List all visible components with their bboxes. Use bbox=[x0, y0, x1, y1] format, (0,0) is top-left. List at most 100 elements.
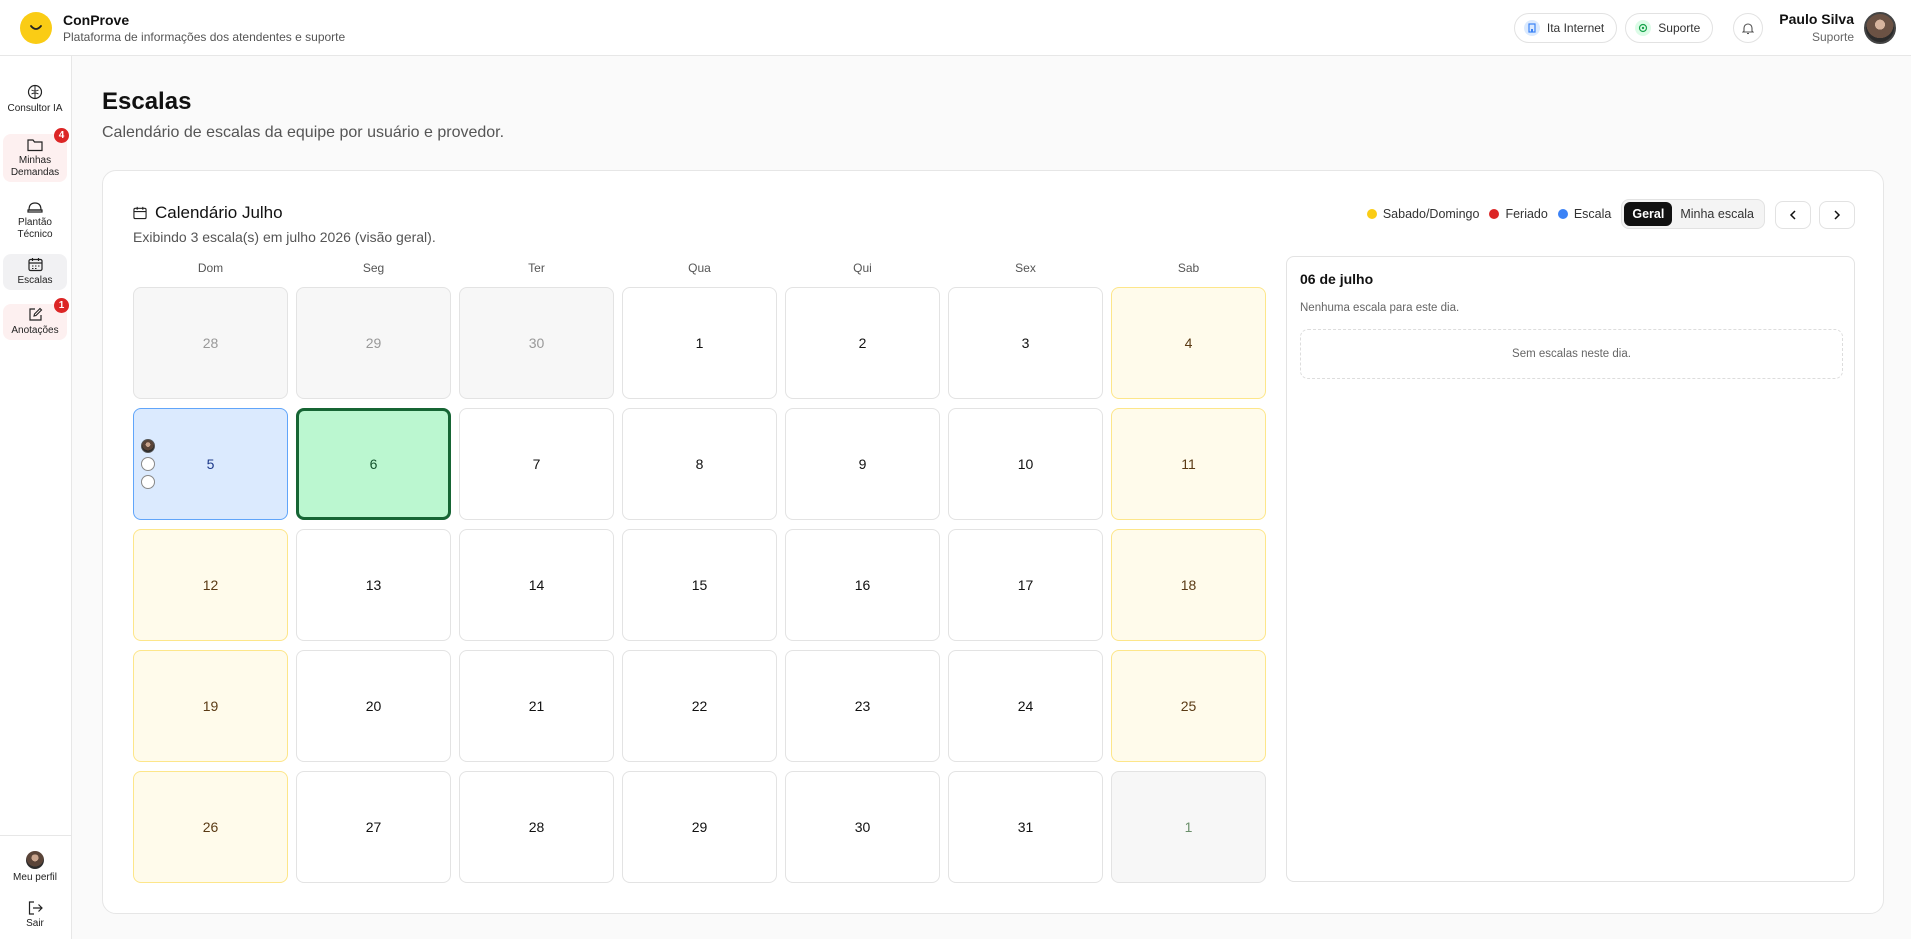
calendar-day[interactable]: 26 bbox=[133, 771, 288, 883]
sidebar-item-label: Consultor IA bbox=[7, 102, 63, 114]
main-content: Escalas Calendário de escalas da equipe … bbox=[73, 57, 1911, 939]
legend-holiday: Feriado bbox=[1489, 207, 1548, 221]
smile-logo-icon bbox=[20, 11, 52, 44]
user-info[interactable]: Paulo Silva Suporte bbox=[1779, 10, 1854, 46]
calendar-day[interactable]: 12 bbox=[133, 529, 288, 641]
weekday-header: Sex bbox=[1015, 261, 1036, 275]
notifications-button[interactable] bbox=[1733, 13, 1764, 43]
calendar-day[interactable]: 17 bbox=[948, 529, 1103, 641]
calendar-day[interactable]: 16 bbox=[785, 529, 940, 641]
calendar-card: Calendário Julho Exibindo 3 escala(s) em… bbox=[102, 170, 1884, 914]
calendar-day[interactable]: 27 bbox=[296, 771, 451, 883]
role-pill[interactable]: Suporte bbox=[1625, 13, 1714, 43]
page-title: Escalas bbox=[102, 88, 192, 115]
calendar-day-escala[interactable]: 5 bbox=[133, 408, 288, 520]
calendar-day[interactable]: 3 bbox=[948, 287, 1103, 399]
legend-weekend: Sabado/Domingo bbox=[1366, 207, 1479, 221]
view-toggle: Geral Minha escala bbox=[1621, 199, 1765, 229]
sidebar-item-label: Anotações bbox=[11, 325, 59, 336]
helmet-icon bbox=[27, 201, 43, 213]
bell-icon bbox=[1742, 22, 1755, 34]
calendar-day[interactable]: 11 bbox=[1111, 408, 1266, 520]
role-label: Suporte bbox=[1658, 21, 1701, 35]
logout-button[interactable]: Sair bbox=[3, 898, 67, 932]
sidebar: Consultor IA 4 Minhas Demandas Plantão T… bbox=[0, 56, 72, 939]
edit-note-icon bbox=[28, 307, 42, 321]
day-detail-panel: 06 de julho Nenhuma escala para este dia… bbox=[1286, 256, 1855, 882]
brand: ConProve Plataforma de informações dos a… bbox=[20, 11, 345, 45]
calendar-day[interactable]: 28 bbox=[133, 287, 288, 399]
sidebar-item-consultor-ia[interactable]: Consultor IA bbox=[3, 78, 67, 120]
avatar bbox=[141, 439, 155, 453]
calendar-day[interactable]: 24 bbox=[948, 650, 1103, 762]
calendar-day[interactable]: 29 bbox=[296, 287, 451, 399]
chevron-right-icon bbox=[1834, 210, 1841, 220]
calendar-day[interactable]: 8 bbox=[622, 408, 777, 520]
building-icon bbox=[1523, 20, 1540, 36]
calendar-day[interactable]: 29 bbox=[622, 771, 777, 883]
empty-state: Sem escalas neste dia. bbox=[1300, 329, 1843, 379]
calendar-title-text: Calendário Julho bbox=[155, 203, 283, 222]
calendar-day[interactable]: 30 bbox=[459, 287, 614, 399]
detail-note: Nenhuma escala para este dia. bbox=[1300, 302, 1460, 314]
weekday-header: Ter bbox=[528, 261, 545, 275]
provider-pill[interactable]: Ita Internet bbox=[1513, 13, 1618, 43]
app-subtitle: Plataforma de informações dos atendentes… bbox=[63, 29, 346, 44]
sidebar-item-label: Escalas bbox=[17, 275, 53, 286]
calendar-day[interactable]: 10 bbox=[948, 408, 1103, 520]
calendar-title: Calendário Julho bbox=[133, 203, 283, 223]
calendar-day[interactable]: 25 bbox=[1111, 650, 1266, 762]
sidebar-item-anotacoes[interactable]: 1 Anotações bbox=[3, 298, 69, 340]
provider-label: Ita Internet bbox=[1546, 21, 1605, 35]
avatar bbox=[141, 475, 155, 489]
user-name: Paulo Silva bbox=[1779, 11, 1854, 27]
calendar-day[interactable]: 4 bbox=[1111, 287, 1266, 399]
next-month-button[interactable] bbox=[1819, 201, 1855, 229]
folder-icon bbox=[27, 138, 43, 151]
calendar-day-selected[interactable]: 6 bbox=[296, 408, 451, 520]
top-bar: ConProve Plataforma de informações dos a… bbox=[0, 0, 1911, 56]
calendar-day[interactable]: 2 bbox=[785, 287, 940, 399]
calendar-day[interactable]: 20 bbox=[296, 650, 451, 762]
calendar-day[interactable]: 13 bbox=[296, 529, 451, 641]
calendar-day[interactable]: 1 bbox=[1111, 771, 1266, 883]
chevron-left-icon bbox=[1789, 210, 1796, 220]
avatar bbox=[141, 457, 155, 471]
calendar-day[interactable]: 30 bbox=[785, 771, 940, 883]
calendar-day[interactable]: 22 bbox=[622, 650, 777, 762]
calendar-day[interactable]: 23 bbox=[785, 650, 940, 762]
sidebar-item-minhas-demandas[interactable]: 4 Minhas Demandas bbox=[3, 128, 69, 182]
weekday-header: Qua bbox=[688, 261, 711, 275]
profile-label: Meu perfil bbox=[13, 871, 57, 883]
calendar-icon bbox=[133, 206, 147, 220]
sidebar-item-plantao-tecnico[interactable]: Plantão Técnico bbox=[3, 196, 67, 244]
calendar-day[interactable]: 15 bbox=[622, 529, 777, 641]
sidebar-item-escalas[interactable]: Escalas bbox=[3, 254, 67, 290]
view-minha-escala-button[interactable]: Minha escala bbox=[1672, 202, 1762, 226]
calendar-day[interactable]: 31 bbox=[948, 771, 1103, 883]
calendar-day[interactable]: 7 bbox=[459, 408, 614, 520]
calendar-day[interactable]: 18 bbox=[1111, 529, 1266, 641]
demandas-badge: 4 bbox=[54, 128, 69, 143]
calendar-day[interactable]: 14 bbox=[459, 529, 614, 641]
calendar-day[interactable]: 9 bbox=[785, 408, 940, 520]
sidebar-footer: Meu perfil Sair bbox=[0, 835, 72, 939]
profile-link[interactable]: Meu perfil bbox=[3, 850, 67, 884]
weekday-header: Seg bbox=[362, 261, 385, 275]
calendar-day[interactable]: 21 bbox=[459, 650, 614, 762]
brain-icon bbox=[27, 84, 43, 99]
view-geral-button[interactable]: Geral bbox=[1624, 202, 1673, 226]
avatar bbox=[26, 850, 44, 869]
calendar-summary: Exibindo 3 escala(s) em julho 2026 (visã… bbox=[133, 229, 436, 245]
anotacoes-badge: 1 bbox=[54, 298, 69, 313]
calendar-legend: Sabado/Domingo Feriado Escala Geral Minh… bbox=[1366, 199, 1765, 229]
escala-avatars bbox=[141, 439, 155, 493]
headset-icon bbox=[1635, 20, 1652, 36]
calendar-day[interactable]: 19 bbox=[133, 650, 288, 762]
calendar-day[interactable]: 28 bbox=[459, 771, 614, 883]
prev-month-button[interactable] bbox=[1775, 201, 1811, 229]
calendar-icon bbox=[27, 258, 43, 272]
weekday-header: Qui bbox=[853, 261, 872, 275]
user-avatar[interactable] bbox=[1864, 12, 1896, 44]
calendar-day[interactable]: 1 bbox=[622, 287, 777, 399]
